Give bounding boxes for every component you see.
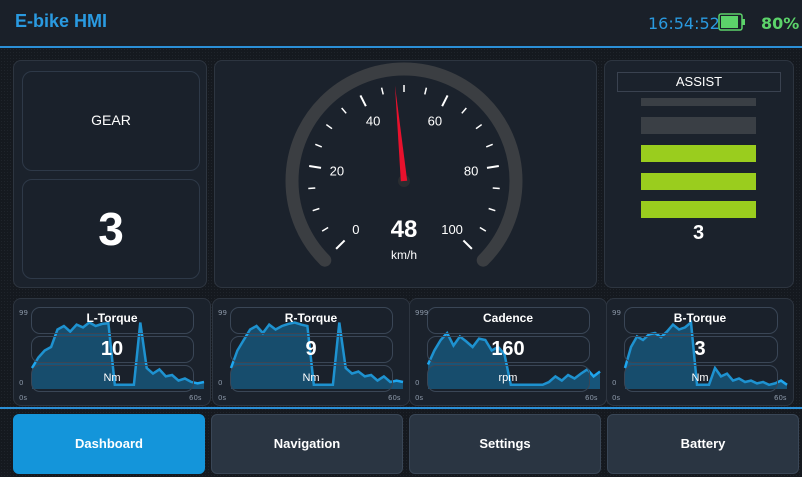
tick-label-100: 100 bbox=[441, 222, 463, 237]
tab-dashboard[interactable]: Dashboard bbox=[13, 414, 205, 474]
sensor-value: 10 bbox=[100, 338, 124, 360]
gauge-tick bbox=[335, 239, 346, 250]
battery-percentage: 80% bbox=[761, 14, 800, 33]
tab-navigation[interactable]: Navigation bbox=[211, 414, 403, 474]
gauge-tick bbox=[492, 187, 500, 190]
x-start-label: 0s bbox=[415, 394, 424, 402]
gauge-tick bbox=[461, 107, 467, 114]
gauge-tick bbox=[462, 239, 473, 250]
header-bar: E-bike HMI 16:54:52 80% bbox=[0, 0, 802, 48]
sensor-title: R-Torque bbox=[284, 311, 338, 325]
nav-divider bbox=[0, 407, 802, 409]
assist-bar-3 bbox=[641, 145, 756, 162]
assist-bar-2 bbox=[641, 173, 756, 190]
x-start-label: 0s bbox=[19, 394, 28, 402]
gauge-tick bbox=[475, 123, 483, 130]
tab-settings[interactable]: Settings bbox=[409, 414, 601, 474]
speed-needle bbox=[394, 85, 408, 182]
speedometer-gauge: 0 20 40 60 80 100 48 km/h bbox=[285, 62, 523, 267]
sensor-value: 160 bbox=[491, 338, 525, 360]
sensor-title: L-Torque bbox=[86, 311, 138, 325]
tick-label-0: 0 bbox=[352, 222, 359, 237]
gauge-tick bbox=[485, 143, 493, 148]
gauge-tick bbox=[312, 207, 320, 212]
gauge-tick bbox=[488, 207, 496, 212]
sensor-unit: rpm bbox=[498, 372, 518, 384]
tick-label-20: 20 bbox=[330, 163, 344, 178]
assist-bar-5 bbox=[641, 98, 756, 106]
tab-battery[interactable]: Battery bbox=[607, 414, 799, 474]
gauge-tick bbox=[479, 226, 487, 232]
gear-value: 3 bbox=[98, 203, 124, 255]
assist-value: 3 bbox=[692, 222, 705, 244]
assist-bar-1 bbox=[641, 201, 756, 218]
gauge-tick bbox=[380, 87, 384, 95]
x-start-label: 0s bbox=[218, 394, 227, 402]
gauge-tick bbox=[309, 164, 322, 169]
speed-value: 48 bbox=[391, 216, 418, 243]
sensor-unit: Nm bbox=[103, 372, 121, 384]
sensor-card-cadence: 999 0 0s 60s Cadence 160 rpm bbox=[409, 298, 607, 406]
sensor-card-b-torque: 99 0 0s 60s B-Torque 3 Nm bbox=[606, 298, 794, 406]
tick-label-80: 80 bbox=[464, 163, 478, 178]
sensor-value: 3 bbox=[694, 338, 706, 360]
app-title: E-bike HMI bbox=[15, 11, 108, 31]
sensor-title: Cadence bbox=[482, 311, 534, 325]
clock: 16:54:52 bbox=[648, 14, 720, 33]
gauge-tick bbox=[308, 187, 316, 190]
sensor-unit: Nm bbox=[691, 372, 709, 384]
tick-label-60: 60 bbox=[428, 113, 442, 128]
tick-label-40: 40 bbox=[366, 113, 380, 128]
gauge-tick bbox=[486, 164, 499, 169]
gauge-tick bbox=[359, 95, 367, 107]
gauge-tick bbox=[325, 123, 333, 130]
gauge-tick bbox=[321, 226, 329, 232]
gauge-tick bbox=[424, 87, 428, 95]
gear-value-box: 3 bbox=[22, 179, 200, 279]
assist-bar-4 bbox=[641, 117, 756, 134]
x-end-label: 60s bbox=[774, 394, 787, 402]
assist-label: ASSIST bbox=[617, 72, 781, 92]
gear-label: GEAR bbox=[91, 112, 131, 128]
x-end-label: 60s bbox=[388, 394, 401, 402]
speed-unit: km/h bbox=[391, 248, 417, 262]
battery-icon bbox=[718, 13, 745, 31]
sensor-card-r-torque: 99 0 0s 60s R-Torque 9 Nm bbox=[212, 298, 410, 406]
sensor-title: B-Torque bbox=[673, 311, 727, 325]
gauge-tick bbox=[315, 143, 323, 148]
sensor-value: 9 bbox=[305, 338, 317, 360]
gear-label-box: GEAR bbox=[22, 71, 200, 171]
sensor-card-l-torque: 99 0 0s 60s L-Torque 10 Nm bbox=[13, 298, 211, 406]
x-end-label: 60s bbox=[189, 394, 202, 402]
gauge-tick bbox=[441, 95, 449, 107]
gauge-tick bbox=[341, 107, 347, 114]
x-end-label: 60s bbox=[585, 394, 598, 402]
sensor-unit: Nm bbox=[302, 372, 320, 384]
x-start-label: 0s bbox=[612, 394, 621, 402]
